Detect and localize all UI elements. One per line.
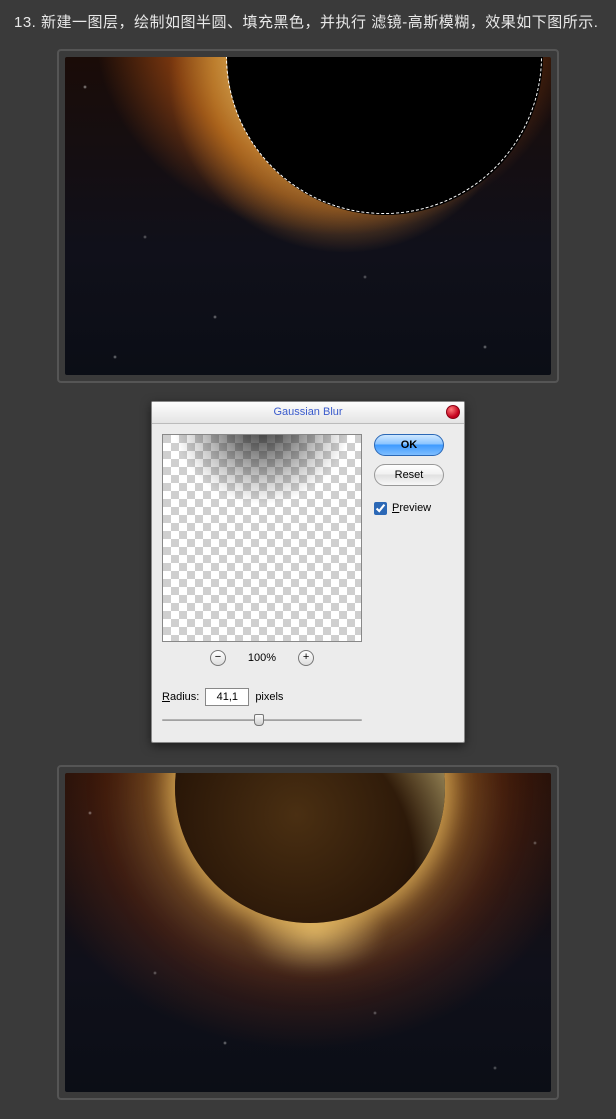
dialog-title: Gaussian Blur: [273, 406, 342, 418]
zoom-out-button[interactable]: −: [210, 650, 226, 666]
space-scene-after: [65, 773, 551, 1092]
preview-checkbox[interactable]: [374, 502, 387, 515]
space-scene-before: [65, 57, 551, 375]
close-icon[interactable]: [446, 405, 460, 419]
reset-button[interactable]: Reset: [374, 464, 444, 486]
radius-label: Radius:: [162, 691, 199, 703]
zoom-controls: − 100% +: [162, 650, 362, 666]
after-image-frame: [57, 765, 559, 1100]
gaussian-blur-dialog: Gaussian Blur OK Reset Preview − 100% +: [151, 401, 465, 743]
zoom-in-button[interactable]: +: [298, 650, 314, 666]
ok-label: OK: [401, 439, 418, 451]
radius-input[interactable]: [205, 688, 249, 706]
preview-checkbox-row[interactable]: Preview: [374, 502, 444, 515]
dialog-titlebar[interactable]: Gaussian Blur: [152, 402, 464, 424]
before-image-frame: [57, 49, 559, 383]
step-instruction: 13. 新建一图层，绘制如图半圆、填充黑色，并执行 滤镜-高斯模糊，效果如下图所…: [0, 0, 616, 49]
step-number: 13.: [14, 14, 36, 31]
radius-slider[interactable]: [162, 714, 362, 726]
slider-thumb[interactable]: [254, 714, 264, 726]
blur-preview-canvas[interactable]: [162, 434, 362, 642]
step-text: 新建一图层，绘制如图半圆、填充黑色，并执行 滤镜-高斯模糊，效果如下图所示.: [41, 14, 598, 31]
reset-label: Reset: [395, 469, 424, 481]
radius-row: Radius: pixels: [162, 688, 454, 706]
dialog-body: OK Reset Preview − 100% + Radius: pixels: [152, 424, 464, 742]
radius-unit: pixels: [255, 691, 283, 703]
zoom-value: 100%: [248, 652, 276, 664]
ok-button[interactable]: OK: [374, 434, 444, 456]
preview-label: Preview: [392, 502, 431, 514]
